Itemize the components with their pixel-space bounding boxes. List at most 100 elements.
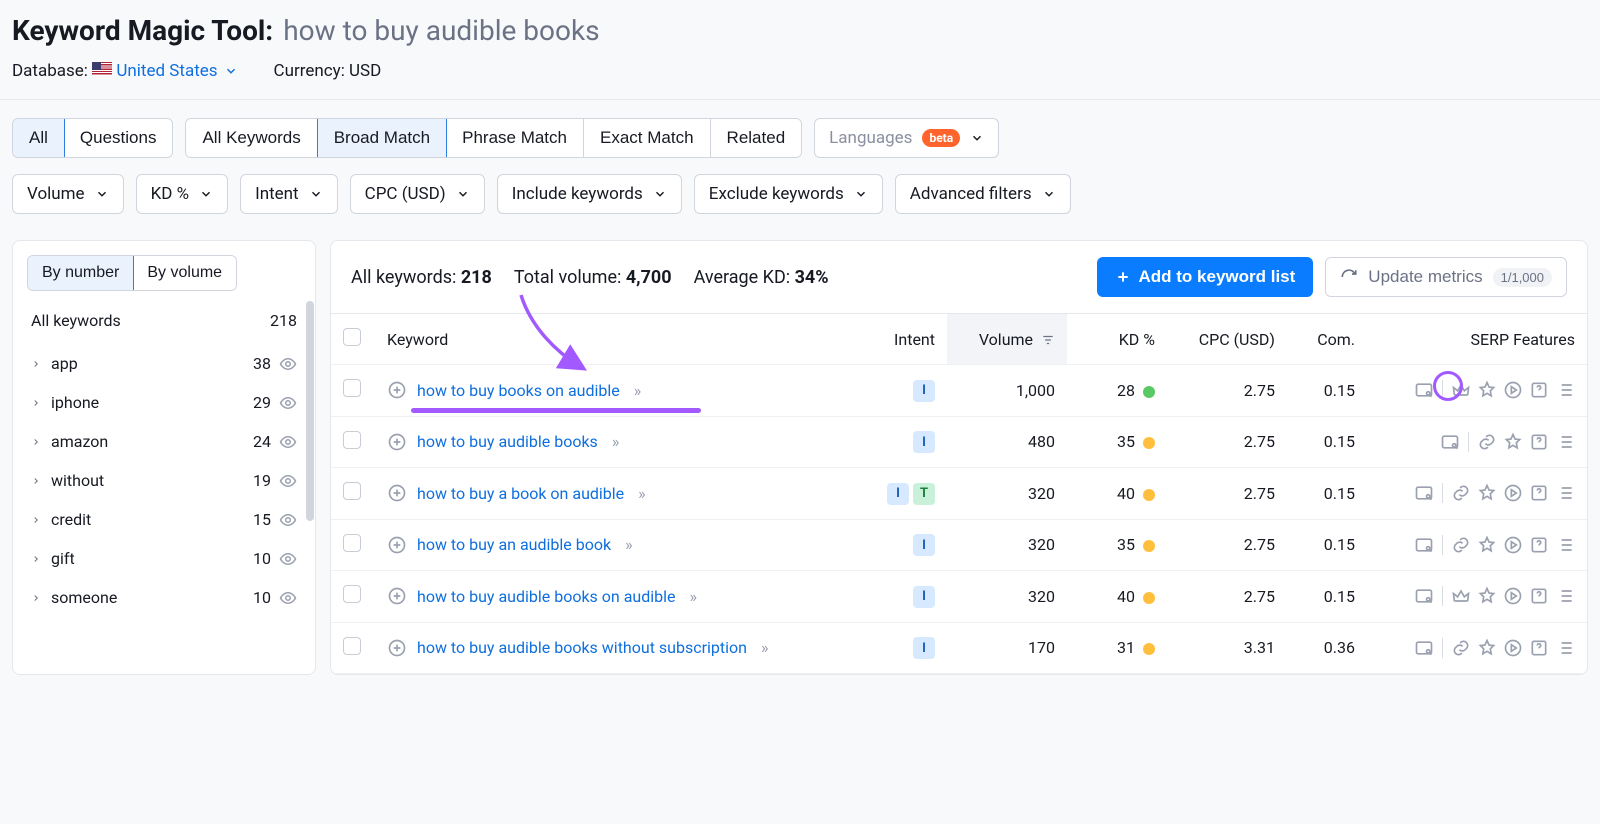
filter-kd[interactable]: KD % xyxy=(136,174,229,214)
double-chevron-icon[interactable]: » xyxy=(638,484,646,503)
serp-serp-icon[interactable] xyxy=(1414,586,1434,606)
eye-icon[interactable] xyxy=(279,589,297,607)
filter-advanced[interactable]: Advanced filters xyxy=(895,174,1071,214)
eye-icon[interactable] xyxy=(279,511,297,529)
serp-faq-icon[interactable] xyxy=(1529,432,1549,452)
serp-list-icon[interactable] xyxy=(1555,432,1575,452)
row-checkbox[interactable] xyxy=(343,431,361,449)
col-serp[interactable]: SERP Features xyxy=(1367,314,1587,365)
sidebar-item[interactable]: without 19 xyxy=(13,461,315,500)
row-checkbox[interactable] xyxy=(343,482,361,500)
serp-play-icon[interactable] xyxy=(1503,535,1523,555)
serp-link-icon[interactable] xyxy=(1451,638,1471,658)
serp-serp-icon[interactable] xyxy=(1414,380,1434,400)
filter-cpc[interactable]: CPC (USD) xyxy=(350,174,485,214)
eye-icon[interactable] xyxy=(279,550,297,568)
keyword-link[interactable]: how to buy a book on audible xyxy=(417,484,624,503)
serp-star-icon[interactable] xyxy=(1477,586,1497,606)
tab-related[interactable]: Related xyxy=(711,119,802,157)
update-metrics-button[interactable]: Update metrics 1/1,000 xyxy=(1325,257,1567,297)
tab-broad-match[interactable]: Broad Match xyxy=(317,118,447,158)
serp-list-icon[interactable] xyxy=(1555,483,1575,503)
serp-list-icon[interactable] xyxy=(1555,638,1575,658)
expand-icon[interactable] xyxy=(387,432,407,452)
expand-icon[interactable] xyxy=(387,638,407,658)
serp-play-icon[interactable] xyxy=(1503,586,1523,606)
expand-icon[interactable] xyxy=(387,535,407,555)
serp-faq-icon[interactable] xyxy=(1529,586,1549,606)
keyword-link[interactable]: how to buy books on audible xyxy=(417,381,620,400)
keyword-link[interactable]: how to buy audible books on audible xyxy=(417,587,676,606)
eye-icon[interactable] xyxy=(279,472,297,490)
tab-all[interactable]: All xyxy=(12,118,65,158)
expand-icon[interactable] xyxy=(387,483,407,503)
serp-faq-icon[interactable] xyxy=(1529,483,1549,503)
serp-serp-icon[interactable] xyxy=(1440,432,1460,452)
serp-faq-icon[interactable] xyxy=(1529,380,1549,400)
serp-list-icon[interactable] xyxy=(1555,380,1575,400)
serp-list-icon[interactable] xyxy=(1555,586,1575,606)
double-chevron-icon[interactable]: » xyxy=(761,638,769,657)
col-com[interactable]: Com. xyxy=(1287,314,1367,365)
double-chevron-icon[interactable]: » xyxy=(625,535,633,554)
sidebar-item[interactable]: amazon 24 xyxy=(13,422,315,461)
serp-star-icon[interactable] xyxy=(1477,535,1497,555)
sidebar-scrollbar[interactable] xyxy=(306,301,314,674)
filter-intent[interactable]: Intent xyxy=(240,174,338,214)
sidebar-item[interactable]: someone 10 xyxy=(13,578,315,617)
select-all-checkbox[interactable] xyxy=(343,328,361,346)
row-checkbox[interactable] xyxy=(343,379,361,397)
database-selector[interactable]: Database: United States xyxy=(12,61,238,81)
serp-play-icon[interactable] xyxy=(1503,483,1523,503)
sidebar-all-keywords[interactable]: All keywords 218 xyxy=(13,307,315,344)
serp-list-icon[interactable] xyxy=(1555,535,1575,555)
double-chevron-icon[interactable]: » xyxy=(690,587,698,606)
languages-dropdown[interactable]: Languages beta xyxy=(814,118,999,158)
eye-icon[interactable] xyxy=(279,433,297,451)
double-chevron-icon[interactable]: » xyxy=(634,381,642,400)
serp-play-icon[interactable] xyxy=(1503,638,1523,658)
expand-icon[interactable] xyxy=(387,586,407,606)
row-checkbox[interactable] xyxy=(343,534,361,552)
col-cpc[interactable]: CPC (USD) xyxy=(1167,314,1287,365)
tab-phrase-match[interactable]: Phrase Match xyxy=(446,119,584,157)
serp-crown-icon[interactable] xyxy=(1451,586,1471,606)
sidebar-item[interactable]: iphone 29 xyxy=(13,383,315,422)
keyword-link[interactable]: how to buy audible books without subscri… xyxy=(417,638,747,657)
row-checkbox[interactable] xyxy=(343,585,361,603)
serp-link-icon[interactable] xyxy=(1477,432,1497,452)
keyword-link[interactable]: how to buy audible books xyxy=(417,432,598,451)
eye-icon[interactable] xyxy=(279,394,297,412)
row-checkbox[interactable] xyxy=(343,637,361,655)
double-chevron-icon[interactable]: » xyxy=(612,432,620,451)
tab-all-keywords[interactable]: All Keywords xyxy=(186,119,317,157)
filter-exclude[interactable]: Exclude keywords xyxy=(694,174,883,214)
col-keyword[interactable]: Keyword xyxy=(375,314,867,365)
sidebar-item[interactable]: credit 15 xyxy=(13,500,315,539)
serp-serp-icon[interactable] xyxy=(1414,483,1434,503)
eye-icon[interactable] xyxy=(279,355,297,373)
col-volume[interactable]: Volume xyxy=(947,314,1067,365)
keyword-link[interactable]: how to buy an audible book xyxy=(417,535,611,554)
serp-link-icon[interactable] xyxy=(1451,483,1471,503)
serp-star-icon[interactable] xyxy=(1477,638,1497,658)
serp-play-icon[interactable] xyxy=(1503,380,1523,400)
serp-star-icon[interactable] xyxy=(1503,432,1523,452)
sidebar-item[interactable]: app 38 xyxy=(13,344,315,383)
add-to-keyword-list-button[interactable]: Add to keyword list xyxy=(1097,257,1314,297)
filter-include[interactable]: Include keywords xyxy=(497,174,682,214)
tab-by-volume[interactable]: By volume xyxy=(133,256,236,290)
tab-questions[interactable]: Questions xyxy=(64,119,173,157)
serp-star-icon[interactable] xyxy=(1477,483,1497,503)
expand-icon[interactable] xyxy=(387,380,407,400)
serp-faq-icon[interactable] xyxy=(1529,638,1549,658)
filter-volume[interactable]: Volume xyxy=(12,174,124,214)
serp-serp-icon[interactable] xyxy=(1414,535,1434,555)
serp-star-icon[interactable] xyxy=(1477,380,1497,400)
tab-exact-match[interactable]: Exact Match xyxy=(584,119,711,157)
tab-by-number[interactable]: By number xyxy=(27,255,134,291)
serp-serp-icon[interactable] xyxy=(1414,638,1434,658)
sidebar-item[interactable]: gift 10 xyxy=(13,539,315,578)
col-kd[interactable]: KD % xyxy=(1067,314,1167,365)
serp-faq-icon[interactable] xyxy=(1529,535,1549,555)
